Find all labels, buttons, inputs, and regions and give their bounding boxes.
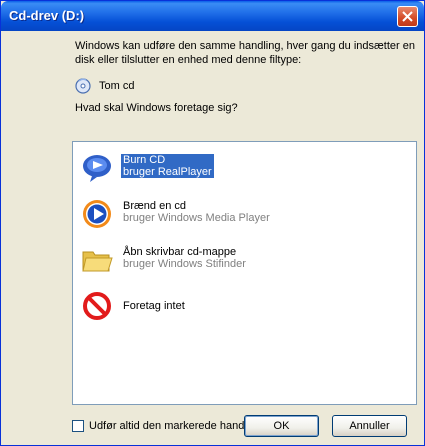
close-icon — [402, 11, 413, 22]
realplayer-icon — [83, 155, 111, 182]
window-title: Cd-drev (D:) — [9, 8, 85, 23]
burn-cd-text: Burn CD bruger RealPlayer — [121, 154, 214, 178]
do-nothing-text: Foretag intet — [123, 300, 185, 312]
close-button[interactable] — [397, 6, 418, 27]
action-label: Foretag intet — [123, 300, 185, 312]
title-bar[interactable]: Cd-drev (D:) — [1, 1, 424, 31]
media-player-icon — [83, 200, 111, 228]
media-type-label: Tom cd — [99, 80, 135, 92]
folder-icon — [82, 251, 113, 272]
dialog-body: Windows kan udføre den samme handling, h… — [1, 31, 424, 445]
list-item-burn-media-player[interactable]: Brænd en cd bruger Windows Media Player — [81, 198, 401, 234]
description-text: Windows kan udføre den samme handling, h… — [75, 40, 415, 66]
cd-icon — [75, 78, 91, 94]
action-list[interactable]: Burn CD bruger RealPlayer Brænd en cd br… — [72, 141, 417, 405]
burn-media-player-text: Brænd en cd bruger Windows Media Player — [123, 200, 270, 224]
list-item-burn-cd[interactable]: Burn CD bruger RealPlayer — [81, 152, 401, 188]
action-label: Brænd en cd — [123, 200, 186, 212]
cancel-button[interactable]: Annuller — [332, 415, 407, 437]
open-folder-text: Åbn skrivbar cd-mappe bruger Windows Sti… — [123, 246, 246, 270]
action-sublabel: bruger Windows Media Player — [123, 212, 270, 224]
question-text: Hvad skal Windows foretage sig? — [75, 102, 238, 114]
always-checkbox-row[interactable]: Udfør altid den markerede handling. — [72, 420, 264, 432]
always-checkbox-label: Udfør altid den markerede handling. — [89, 420, 265, 432]
action-label: Åbn skrivbar cd-mappe — [123, 246, 237, 258]
always-checkbox[interactable] — [72, 420, 84, 432]
action-label: Burn CD — [123, 154, 166, 166]
action-sublabel: bruger Windows Stifinder — [123, 258, 246, 270]
dialog-window: Cd-drev (D:) Windows kan udføre den samm… — [0, 0, 425, 446]
list-item-open-folder[interactable]: Åbn skrivbar cd-mappe bruger Windows Sti… — [81, 244, 401, 280]
list-item-do-nothing[interactable]: Foretag intet — [81, 290, 401, 326]
media-type-row: Tom cd — [75, 77, 134, 95]
action-sublabel: bruger RealPlayer — [123, 166, 212, 178]
ok-button[interactable]: OK — [244, 415, 319, 437]
no-action-icon — [83, 292, 111, 320]
